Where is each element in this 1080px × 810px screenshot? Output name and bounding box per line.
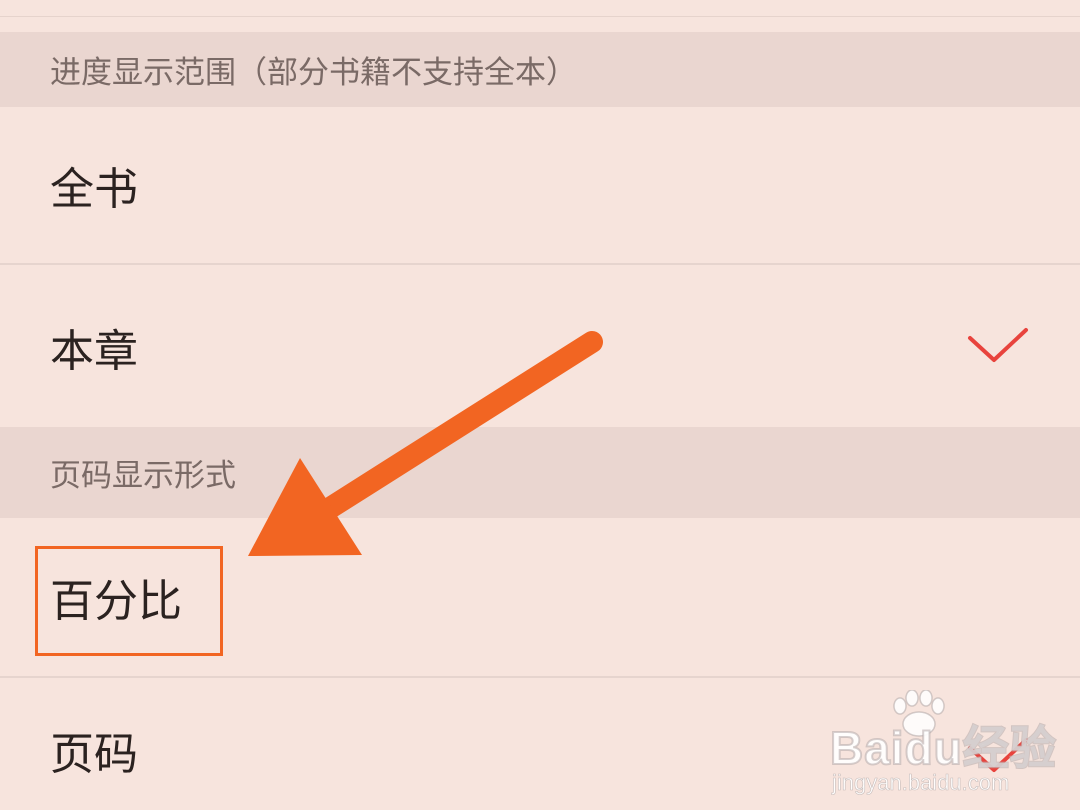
option-percentage-label: 百分比 (50, 576, 182, 627)
option-this-chapter-label: 本章 (50, 326, 138, 377)
option-percentage[interactable]: 百分比 (0, 518, 1080, 678)
option-whole-book[interactable]: 全书 (0, 107, 1080, 265)
option-page-number[interactable]: 页码 (0, 680, 1080, 810)
page-format-section-header: 页码显示形式 (0, 427, 1080, 518)
reading-settings-screen: 进度显示范围（部分书籍不支持全本） 全书 本章 页码显示形式 百分比 页码 Ba… (0, 0, 1080, 810)
option-whole-book-label: 全书 (50, 164, 138, 215)
option-page-number-label: 页码 (50, 729, 138, 780)
option-this-chapter[interactable]: 本章 (0, 267, 1080, 427)
check-icon (968, 328, 1028, 362)
previous-row-edge (0, 0, 1080, 17)
page-format-header-label: 页码显示形式 (50, 458, 236, 494)
progress-range-section-header: 进度显示范围（部分书籍不支持全本） (0, 32, 1080, 107)
check-icon (968, 738, 1028, 772)
progress-range-header-label: 进度显示范围（部分书籍不支持全本） (50, 55, 577, 91)
